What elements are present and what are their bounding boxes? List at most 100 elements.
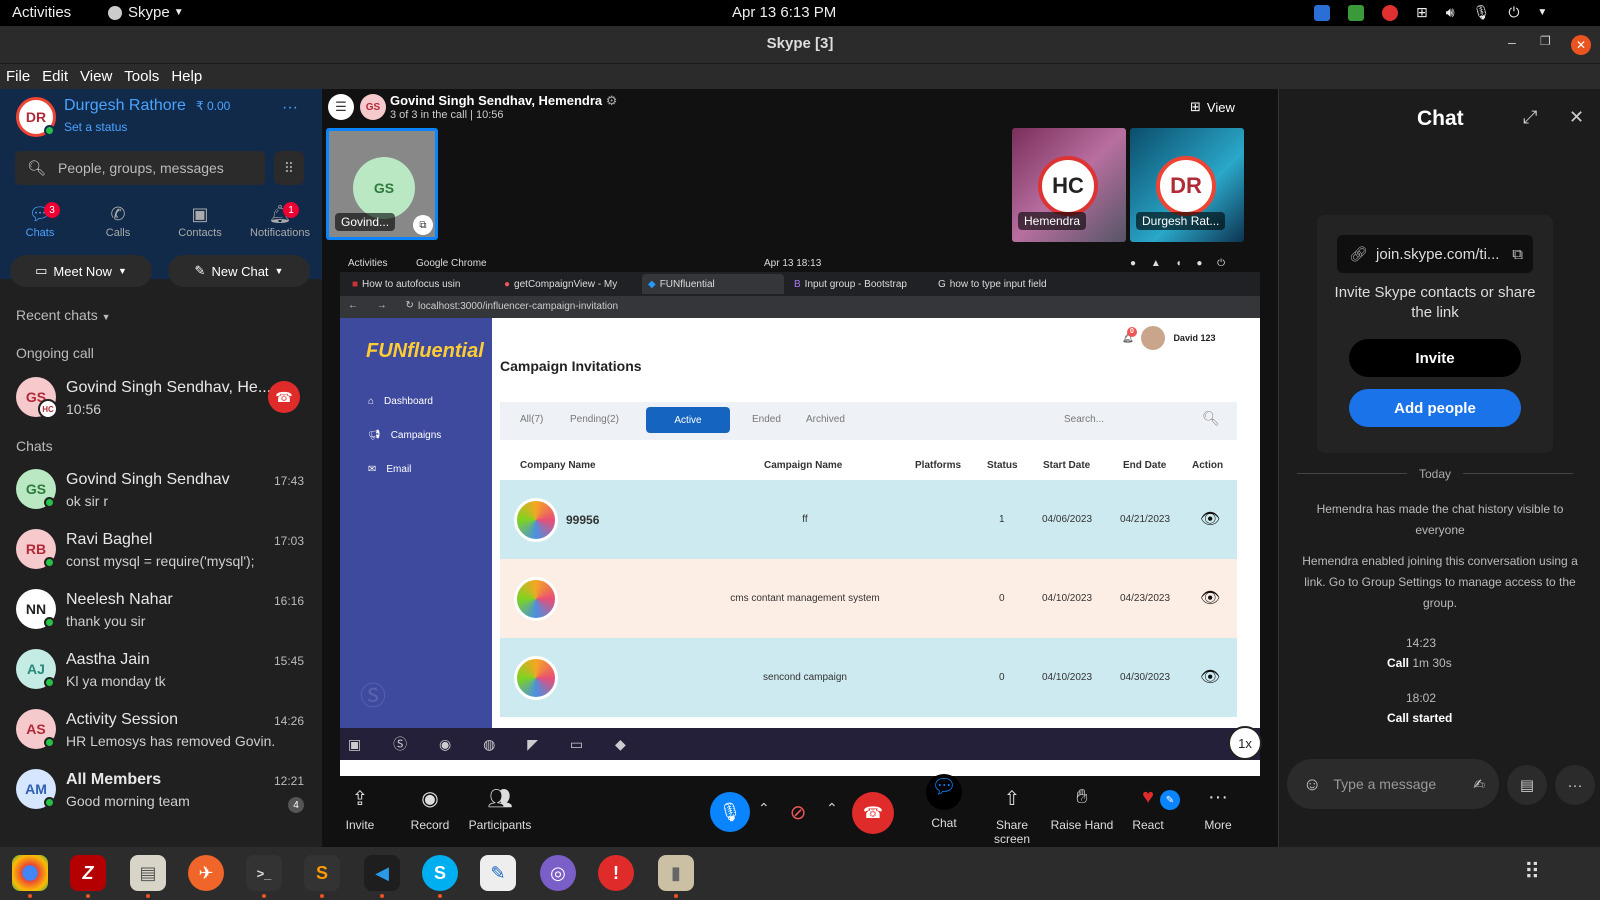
- raise-hand-control[interactable]: ✋︎ Raise Hand: [1048, 786, 1116, 832]
- sublime-dock-icon[interactable]: S: [304, 855, 340, 891]
- meet-now-button[interactable]: ▭ Meet Now ▼: [10, 255, 152, 287]
- recent-chats-dropdown[interactable]: Recent chats ▼: [16, 307, 111, 323]
- video-options-chevron-icon[interactable]: ⌃: [826, 800, 838, 817]
- nav-calls[interactable]: ✆ Calls: [100, 204, 136, 239]
- more-control[interactable]: ··· More: [1198, 786, 1238, 832]
- end-call-button[interactable]: ☎︎: [852, 792, 894, 834]
- participants-control[interactable]: 👥︎ Participants: [462, 786, 538, 832]
- chevron-down-icon[interactable]: ▼: [1537, 7, 1547, 18]
- filezilla-dock-icon[interactable]: Z: [70, 855, 106, 891]
- nav-notifications[interactable]: 🔔︎ Notifications 1: [249, 202, 311, 239]
- app-grid-icon[interactable]: ⠿: [1524, 859, 1540, 885]
- menu-view[interactable]: View: [80, 68, 112, 85]
- search-icon: 🔍︎: [27, 160, 47, 177]
- volume-icon[interactable]: 🔊︎: [1446, 4, 1455, 21]
- draw-icon[interactable]: ✍: [1473, 776, 1485, 793]
- message-composer[interactable]: ☺ Type a message ✍: [1287, 759, 1499, 809]
- running-indicator: [438, 894, 442, 898]
- chrome-dock-icon[interactable]: [12, 855, 48, 891]
- copy-icon[interactable]: ⧉: [1512, 246, 1523, 263]
- ongoing-call-row[interactable]: GS HC Govind Singh Sendhav, He... 10:56 …: [0, 367, 322, 427]
- hamburger-menu-icon[interactable]: ☰: [328, 94, 354, 120]
- phone-icon: ✆: [110, 204, 126, 224]
- power-icon[interactable]: ⏻: [1508, 4, 1519, 21]
- add-people-button[interactable]: Add people: [1349, 389, 1521, 427]
- search-input[interactable]: People, groups, messages: [58, 160, 224, 176]
- microphone-icon: 🎙︎: [718, 801, 742, 822]
- chat-list-item[interactable]: GS Govind Singh Sendhav ok sir r 17:43: [0, 459, 322, 519]
- hang-up-button[interactable]: ☎︎: [268, 381, 300, 413]
- invite-control[interactable]: ⇪ Invite: [332, 786, 388, 832]
- nav-chats[interactable]: 💬︎ Chats 3: [24, 202, 60, 239]
- files-dock-icon[interactable]: ▤: [130, 855, 166, 891]
- participant-tile-hemendra[interactable]: HC Hemendra: [1012, 128, 1126, 242]
- chat-list-item[interactable]: RB Ravi Baghel const mysql = require('mysq…: [0, 519, 322, 579]
- running-indicator: [86, 894, 90, 898]
- update-tray-icon[interactable]: [1348, 4, 1364, 21]
- invite-button[interactable]: Invite: [1349, 339, 1521, 377]
- participant-tile-govind[interactable]: GS Govind... ⧉: [326, 128, 438, 240]
- microphone-icon[interactable]: 🎙︎: [1473, 4, 1491, 21]
- terminal-dock-icon[interactable]: >_: [246, 855, 282, 891]
- send-file-button[interactable]: ▤: [1507, 765, 1547, 805]
- join-link-box[interactable]: 🔗︎ join.skype.com/ti... ⧉: [1337, 235, 1533, 273]
- join-link-text: join.skype.com/ti...: [1376, 245, 1500, 263]
- table-row: sencond campaign 0 04/10/2023 04/30/2023 👁︎: [500, 638, 1237, 717]
- profile-balance[interactable]: ₹ 0.00: [196, 99, 230, 113]
- clock[interactable]: Apr 13 6:13 PM: [732, 4, 836, 21]
- teamviewer-tray-icon[interactable]: [1314, 4, 1330, 21]
- close-window-icon[interactable]: ✕: [1571, 35, 1591, 55]
- new-chat-button[interactable]: ✎ New Chat ▼: [168, 255, 310, 287]
- chat-control[interactable]: 💬︎ Chat: [920, 774, 968, 830]
- chat-list-item[interactable]: AJ Aastha Jain Kl ya monday tk 15:45: [0, 639, 322, 699]
- video-toggle-button[interactable]: ⊘: [778, 792, 818, 832]
- tab-favicon-icon: B: [794, 278, 801, 290]
- filter-active: Active: [646, 407, 730, 433]
- postman-dock-icon[interactable]: ✈: [188, 855, 224, 891]
- nav-contacts[interactable]: ▣ Contacts: [175, 204, 225, 239]
- emoji-icon[interactable]: ☺: [1303, 774, 1321, 795]
- participant-tile-durgesh[interactable]: DR Durgesh Rat...: [1130, 128, 1244, 242]
- browser-tab: Ghow to type input field: [932, 274, 1072, 294]
- menu-help[interactable]: Help: [171, 68, 202, 85]
- more-options-button[interactable]: ···: [1555, 765, 1595, 805]
- expand-icon[interactable]: ⤢: [1523, 107, 1537, 128]
- network-icon[interactable]: ⊞: [1416, 4, 1428, 21]
- minimize-icon[interactable]: –: [1508, 34, 1516, 50]
- zoom-indicator[interactable]: 1x: [1228, 726, 1262, 760]
- text-editor-dock-icon[interactable]: ✎: [480, 855, 516, 891]
- record-control[interactable]: ◉ Record: [402, 786, 458, 832]
- stop-tray-icon[interactable]: [1382, 4, 1398, 21]
- archive-dock-icon[interactable]: ▮: [658, 855, 694, 891]
- app-menu[interactable]: Skype ▼: [108, 4, 184, 21]
- share-screen-control[interactable]: ⇧ Share screen: [978, 786, 1046, 846]
- message-input[interactable]: Type a message: [1333, 776, 1436, 792]
- close-icon[interactable]: ✕: [1569, 107, 1584, 128]
- call-title[interactable]: Govind Singh Sendhav, Hemendra ⚙: [390, 93, 617, 109]
- sidebar-item-label: Email: [386, 464, 412, 475]
- maximize-icon[interactable]: ❐: [1540, 34, 1551, 48]
- shared-screen[interactable]: Activities Google Chrome Apr 13 18:13 ● …: [340, 256, 1260, 776]
- search-box[interactable]: 🔍︎ People, groups, messages: [15, 151, 265, 185]
- alert-dock-icon[interactable]: !: [598, 855, 634, 891]
- mute-button[interactable]: 🎙︎: [710, 792, 750, 832]
- menu-tools[interactable]: Tools: [124, 68, 159, 85]
- vpn-dock-icon[interactable]: ◎: [540, 855, 576, 891]
- message-time: 18:02: [1405, 691, 1437, 705]
- set-status-link[interactable]: Set a status: [64, 120, 127, 134]
- menu-file[interactable]: File: [6, 68, 30, 85]
- chat-list-item[interactable]: AS Activity Session HR Lemosys has removed…: [0, 699, 322, 759]
- pen-icon[interactable]: ✎: [1160, 790, 1180, 810]
- skype-dock-icon[interactable]: S: [422, 855, 458, 891]
- chat-list-item[interactable]: AM All Members Good morning team 12:21 4: [0, 759, 322, 819]
- profile-name[interactable]: Durgesh Rathore: [64, 97, 186, 115]
- more-options-icon[interactable]: ···: [282, 99, 298, 117]
- vscode-dock-icon[interactable]: ◀: [364, 855, 400, 891]
- menu-edit[interactable]: Edit: [42, 68, 68, 85]
- activities-button[interactable]: Activities: [12, 4, 71, 21]
- chat-list-item[interactable]: NN Neelesh Nahar thank you sir 16:16: [0, 579, 322, 639]
- chat-name: Ravi Baghel: [66, 531, 153, 548]
- mic-options-chevron-icon[interactable]: ⌃: [758, 800, 770, 817]
- dialpad-icon[interactable]: ⠿: [274, 151, 304, 185]
- view-button[interactable]: ⊞ View: [1190, 99, 1235, 115]
